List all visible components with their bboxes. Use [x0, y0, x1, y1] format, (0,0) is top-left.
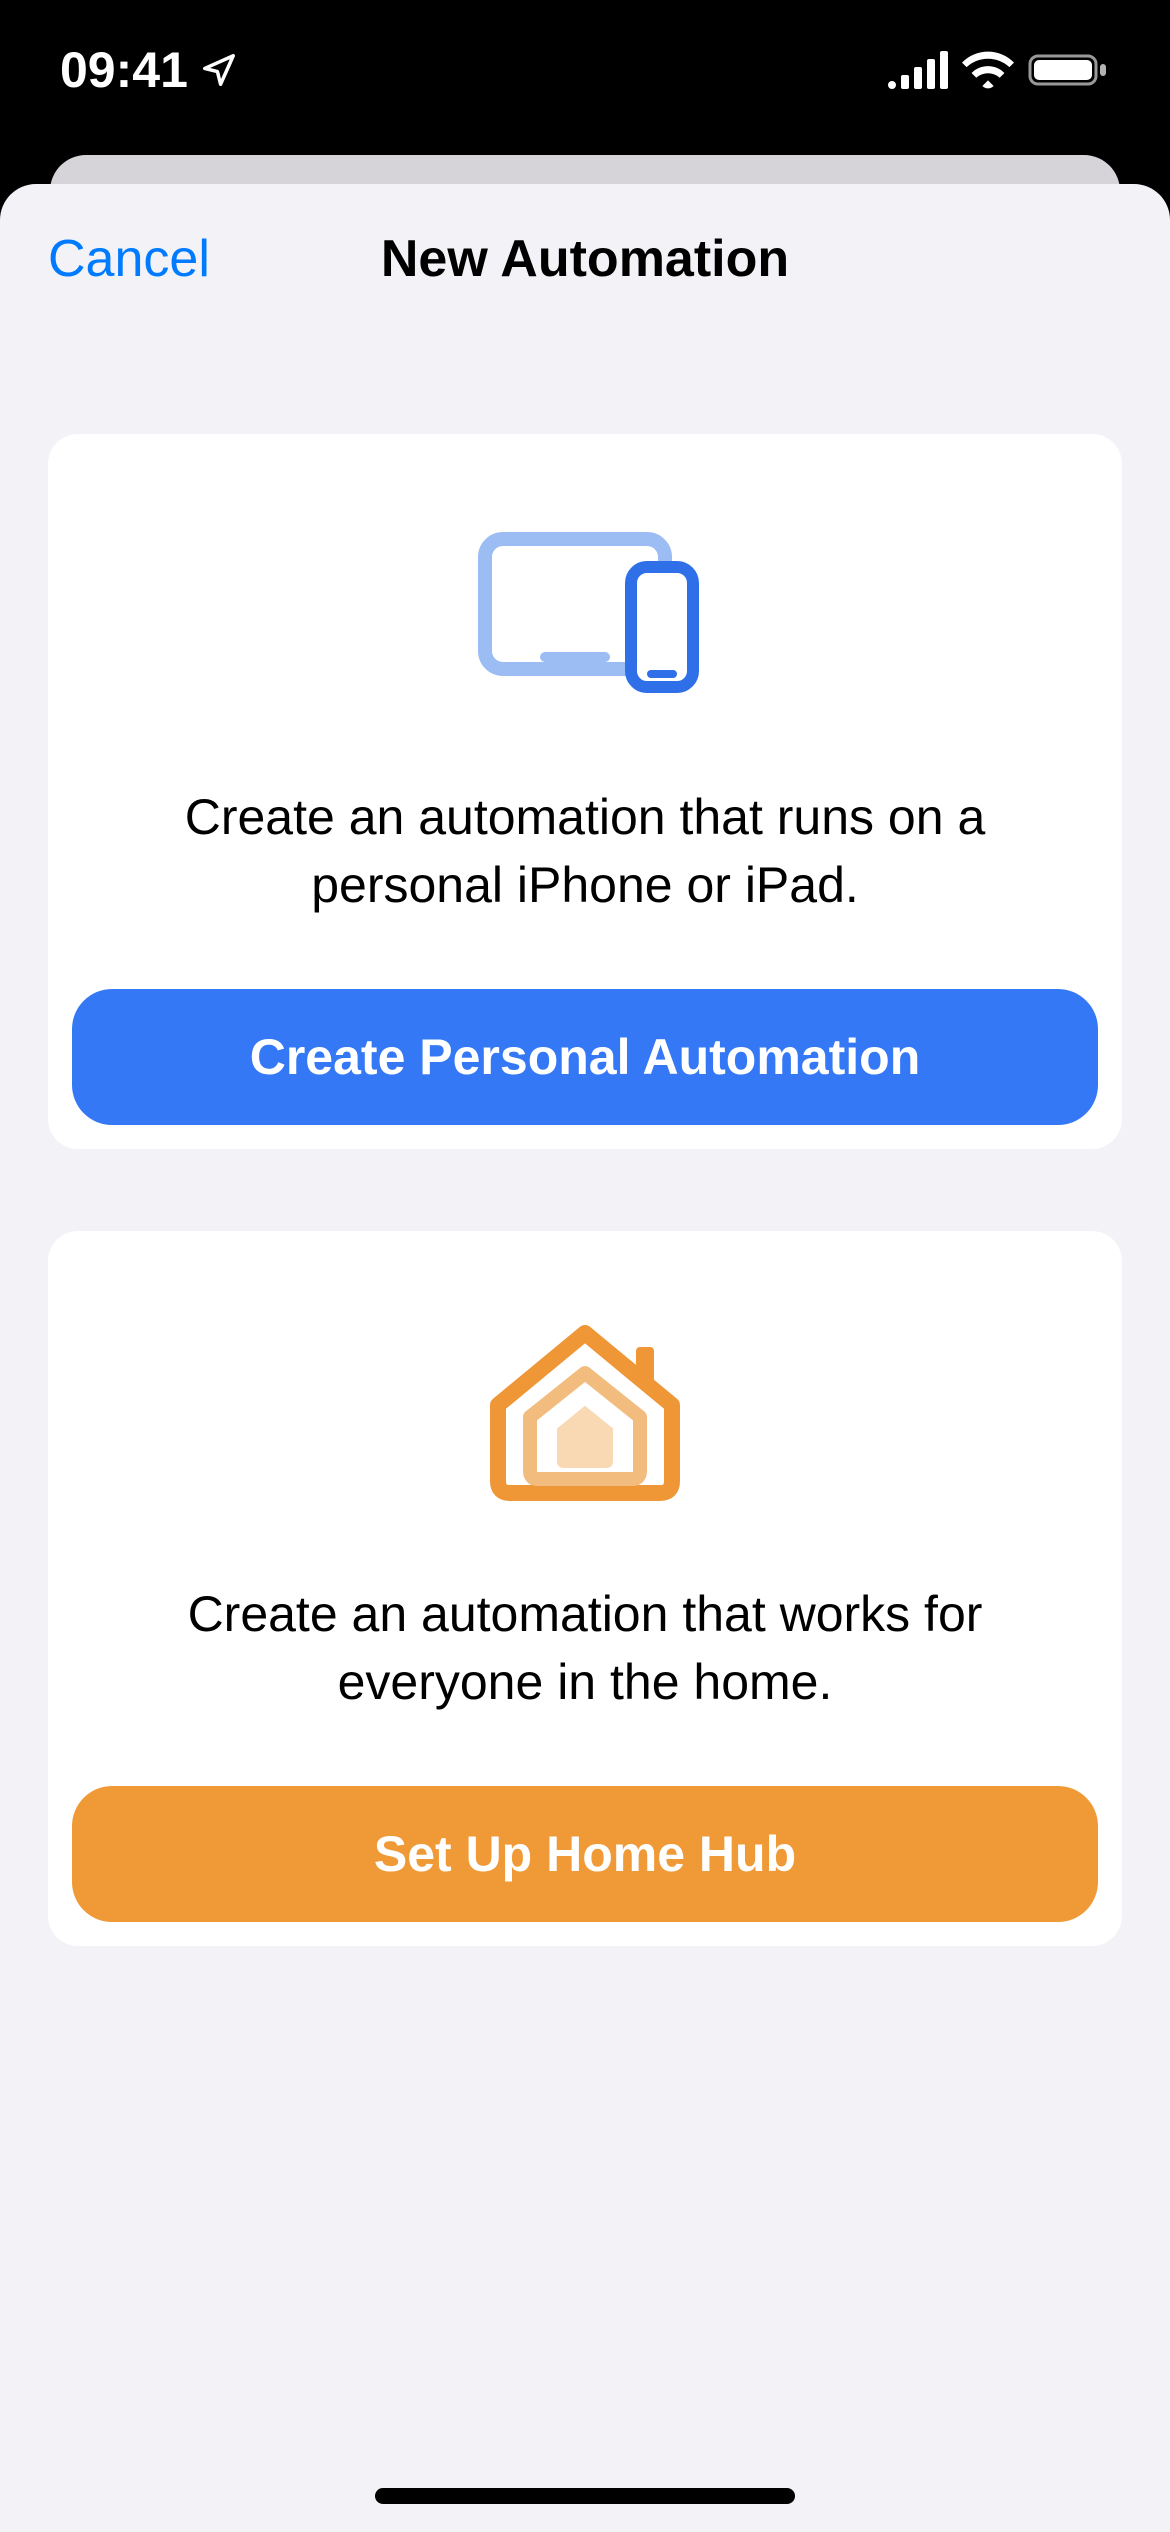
home-automation-card: Create an automation that works for ever…: [48, 1231, 1122, 1946]
modal-sheet: Cancel New Automation Create an automati…: [0, 184, 1170, 2532]
status-right: [888, 50, 1110, 90]
location-icon: [200, 51, 238, 89]
home-icon: [480, 1311, 690, 1511]
status-time: 09:41: [60, 41, 188, 99]
battery-icon: [1028, 50, 1110, 90]
home-automation-description: Create an automation that works for ever…: [72, 1581, 1098, 1716]
set-up-home-hub-button[interactable]: Set Up Home Hub: [72, 1786, 1098, 1922]
status-bar: 09:41: [0, 0, 1170, 140]
content-area: Create an automation that runs on a pers…: [0, 334, 1170, 1946]
wifi-icon: [962, 50, 1014, 90]
devices-icon: [465, 514, 705, 714]
personal-automation-card: Create an automation that runs on a pers…: [48, 434, 1122, 1149]
create-personal-automation-button[interactable]: Create Personal Automation: [72, 989, 1098, 1125]
cellular-signal-icon: [888, 51, 948, 89]
status-left: 09:41: [60, 41, 238, 99]
nav-bar: Cancel New Automation: [0, 184, 1170, 334]
cancel-button[interactable]: Cancel: [48, 229, 210, 289]
home-indicator[interactable]: [375, 2488, 795, 2504]
personal-automation-description: Create an automation that runs on a pers…: [72, 784, 1098, 919]
